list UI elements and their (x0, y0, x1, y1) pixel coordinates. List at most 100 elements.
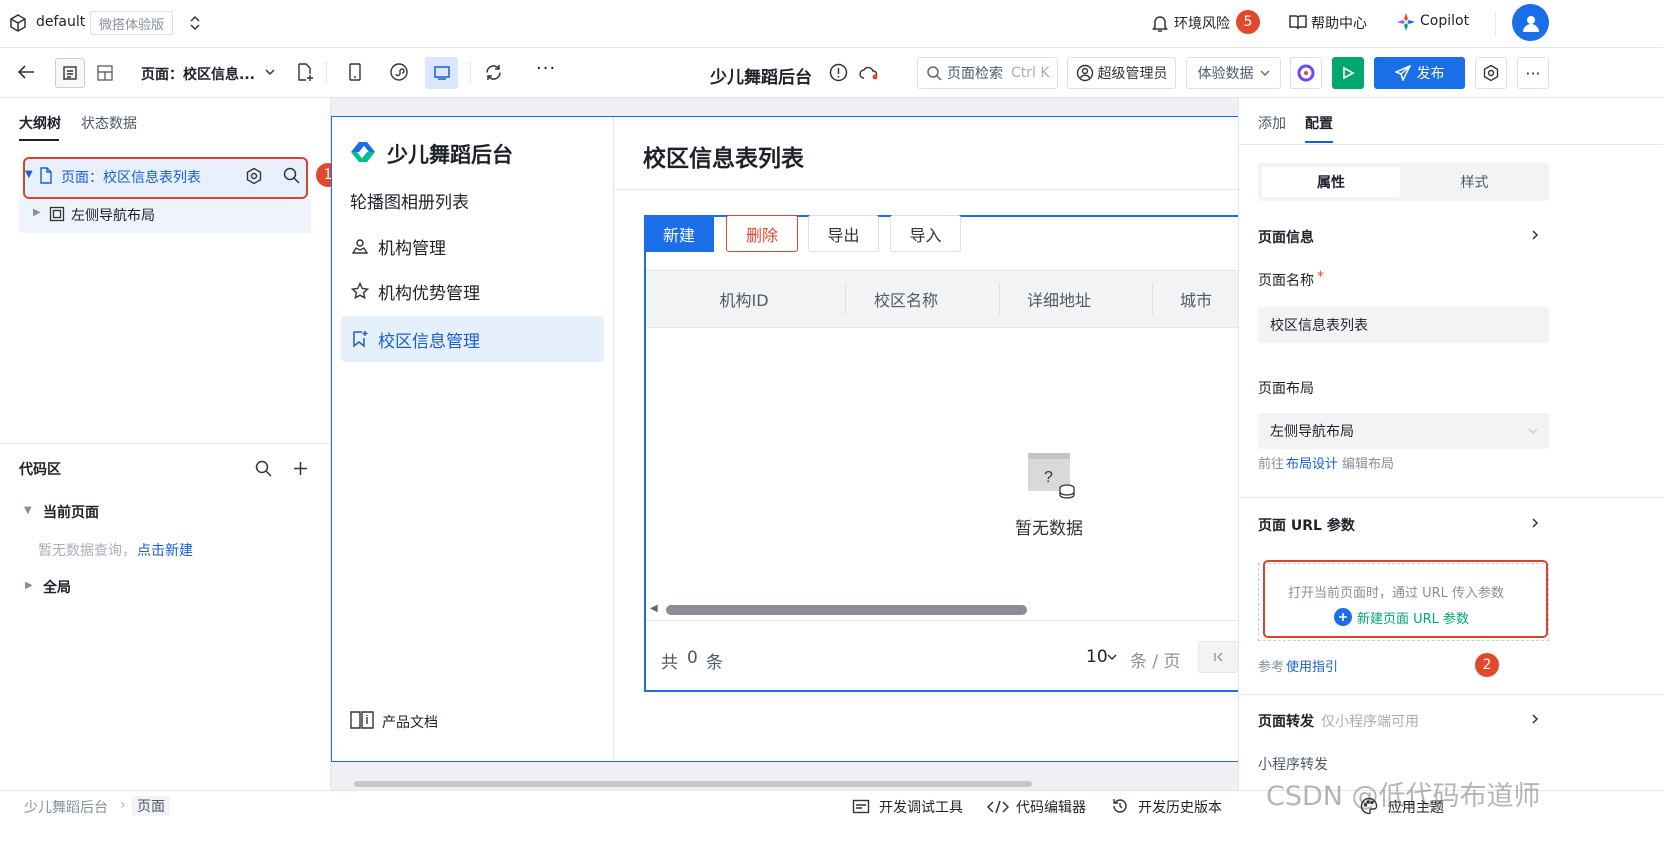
chevron-right-icon[interactable] (1530, 229, 1540, 241)
page-search-button[interactable]: 页面检索 Ctrl K (917, 57, 1058, 89)
help-center-link[interactable]: 帮助中心 (1311, 13, 1367, 33)
history-icon[interactable] (1111, 797, 1129, 815)
tab-state-data[interactable]: 状态数据 (81, 113, 137, 133)
layout-design-link[interactable]: 布局设计 (1286, 453, 1338, 472)
tab-add[interactable]: 添加 (1258, 113, 1286, 133)
new-button[interactable]: 新建 (644, 215, 714, 252)
page-layout-label: 页面布局 (1258, 381, 1314, 397)
column-divider (1152, 283, 1153, 315)
ref-prefix: 参考 (1258, 660, 1285, 675)
star-icon (350, 282, 370, 300)
plus-circle-icon[interactable] (1334, 608, 1352, 626)
chevron-down-icon[interactable] (1107, 653, 1117, 661)
nav-item-carousel[interactable]: 轮播图相册列表 (332, 177, 612, 223)
add-page-icon[interactable] (296, 62, 314, 82)
chevron-updown-icon[interactable] (188, 14, 202, 32)
layout-view-icon[interactable] (90, 58, 120, 88)
subtab-style[interactable]: 样式 (1404, 167, 1545, 197)
subtab-properties[interactable]: 属性 (1262, 167, 1400, 197)
hexagon-gear-icon[interactable] (245, 167, 263, 185)
settings-button[interactable] (1475, 57, 1507, 89)
page-name-input[interactable]: 校区信息表列表 (1258, 307, 1549, 343)
nav-item-advantage[interactable]: 机构优势管理 (332, 268, 612, 314)
global-group[interactable]: 全局 (43, 577, 71, 597)
env-risk-label[interactable]: 环境风险 (1174, 13, 1230, 33)
page-forward-section[interactable]: 页面转发 (1258, 711, 1314, 731)
ai-assistant-button[interactable] (1290, 57, 1322, 89)
tree-node-layout-label: 左侧导航布局 (71, 208, 155, 224)
debug-tool-icon[interactable] (852, 799, 870, 814)
cloud-sync-icon[interactable] (859, 65, 881, 81)
chevron-right-icon[interactable] (1530, 713, 1540, 725)
column-header-campus-name[interactable]: 校区名称 (830, 270, 982, 328)
history-link[interactable]: 开发历史版本 (1138, 797, 1222, 817)
info-icon[interactable] (829, 63, 848, 82)
book-icon[interactable] (1288, 13, 1308, 31)
breadcrumb-app[interactable]: 少儿舞蹈后台 (24, 797, 108, 817)
code-editor-link[interactable]: 代码编辑器 (1016, 797, 1086, 817)
column-header-city[interactable]: 城市 (1160, 270, 1232, 328)
layout-link-suffix: 编辑布局 (1342, 457, 1395, 472)
caret-right-icon[interactable]: ▶ (33, 207, 41, 218)
required-mark: * (1317, 269, 1324, 285)
tab-outline[interactable]: 大纲树 (19, 113, 61, 133)
outline-view-icon[interactable] (55, 58, 85, 88)
search-icon[interactable] (283, 167, 300, 184)
page-layout-select[interactable]: 左侧导航布局 (1258, 413, 1549, 449)
search-icon[interactable] (255, 460, 272, 477)
import-button[interactable]: 导入 (890, 215, 961, 252)
page-size-select[interactable]: 10 (1086, 647, 1108, 667)
copilot-icon[interactable] (1396, 12, 1416, 32)
page-info-section[interactable]: 页面信息 (1258, 227, 1314, 247)
current-page-group[interactable]: 当前页面 (43, 502, 99, 522)
hexagon-gear-icon (1482, 64, 1500, 82)
first-page-button[interactable] (1198, 641, 1238, 673)
table-scrollbar[interactable] (666, 605, 1027, 615)
plus-icon[interactable] (293, 461, 308, 476)
caret-down-icon[interactable]: ▼ (24, 505, 32, 516)
export-button[interactable]: 导出 (808, 215, 879, 252)
nav-item-campus[interactable]: 校区信息管理 (341, 316, 604, 362)
copilot-link[interactable]: Copilot (1420, 13, 1469, 29)
back-arrow-icon[interactable] (17, 64, 35, 80)
breadcrumb-page[interactable]: 页面 (132, 796, 170, 816)
chevron-down-icon (1260, 69, 1270, 77)
column-header-address[interactable]: 详细地址 (983, 270, 1135, 328)
app-theme-link[interactable]: 应用主题 (1388, 797, 1444, 817)
debug-tool-link[interactable]: 开发调试工具 (879, 797, 963, 817)
brand-title: 少儿舞蹈后台 (387, 143, 513, 167)
canvas-scrollbar[interactable] (354, 781, 1032, 787)
bell-icon[interactable] (1151, 13, 1169, 33)
data-env-select[interactable]: 体验数据 (1186, 57, 1281, 89)
code-icon[interactable] (987, 800, 1009, 814)
more-menu-button[interactable]: ··· (1517, 57, 1549, 89)
tab-config[interactable]: 配置 (1305, 113, 1333, 133)
page-select[interactable]: 页面：校区信息... (141, 64, 255, 84)
caret-right-icon[interactable]: ▶ (25, 580, 33, 591)
delete-button[interactable]: 删除 (726, 215, 798, 252)
palette-icon[interactable] (1360, 797, 1378, 815)
miniprogram-icon[interactable] (389, 62, 409, 82)
refresh-icon[interactable] (484, 63, 503, 82)
caret-down-icon[interactable]: ▼ (25, 169, 33, 180)
avatar[interactable] (1512, 4, 1549, 41)
product-doc-link[interactable]: 产品文档 (382, 712, 438, 732)
user-role-button[interactable]: 超级管理员 (1067, 57, 1176, 89)
usage-guide-link[interactable]: 使用指引 (1286, 656, 1338, 675)
divider (1239, 694, 1663, 695)
desktop-icon[interactable] (425, 57, 458, 89)
more-icon[interactable]: ··· (536, 58, 556, 79)
mobile-icon[interactable] (348, 62, 362, 82)
new-url-param-button[interactable]: 新建页面 URL 参数 (1357, 608, 1469, 627)
publish-button[interactable]: 发布 (1374, 57, 1465, 89)
create-query-link[interactable]: 点击新建 (137, 540, 193, 560)
nav-item-org[interactable]: 机构管理 (332, 223, 612, 269)
divider (1495, 12, 1496, 36)
column-header-org-id[interactable]: 机构ID (660, 270, 828, 328)
preview-button[interactable] (1332, 57, 1364, 89)
chevron-right-icon[interactable] (1530, 517, 1540, 529)
scroll-left-icon[interactable]: ◀ (650, 603, 658, 614)
chevron-down-icon[interactable] (264, 67, 276, 77)
url-params-section[interactable]: 页面 URL 参数 (1258, 515, 1355, 535)
env-name[interactable]: default (36, 14, 85, 30)
